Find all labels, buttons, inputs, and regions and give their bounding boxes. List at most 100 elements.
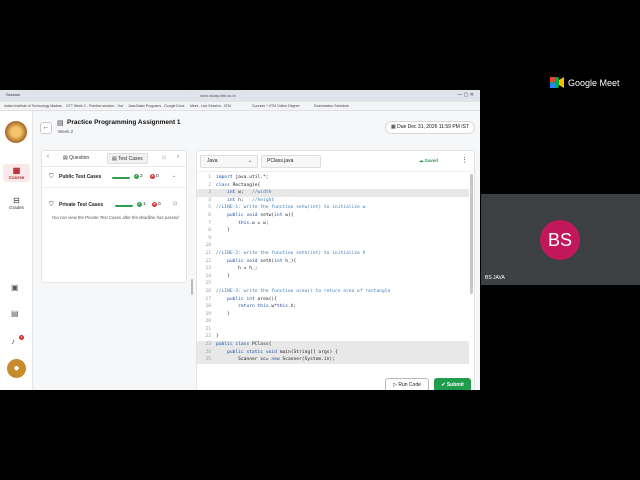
editor-scrollbar[interactable] [470, 174, 473, 294]
institute-logo[interactable] [5, 121, 27, 143]
check-icon: ✓ [134, 174, 139, 179]
code-comment: //LINE-1: write the function setw(int) t… [216, 205, 366, 211]
code-line[interactable]: 14 } [197, 273, 469, 281]
rail-item-grades[interactable]: ⊟ Grades [3, 196, 30, 210]
code-line[interactable]: 17 public int area(){ [197, 296, 469, 304]
assignment-icon: ▤ [57, 120, 64, 127]
bookmark-item[interactable]: Java Basic Programs - Google Docs [128, 104, 186, 108]
code-line[interactable]: 12 public void seth(int h_){ [197, 258, 469, 266]
code-text: public void setw(int w){ [227, 212, 294, 218]
app-body: ▦ Course ⊟ Grades ▣ ▤ ♪ 3 ● ← ▤ Practice… [0, 111, 480, 390]
failed-value: 0 [158, 202, 161, 207]
code-text: public int area(){ [227, 296, 277, 302]
address-bar[interactable]: seek.study.iitm.ac.in [200, 93, 236, 98]
bell-icon[interactable]: ♪ [11, 337, 15, 346]
chevron-down-icon: ⌄ [247, 158, 252, 164]
code-line[interactable]: 23 public class PClass{ [197, 341, 469, 349]
line-number: 5 [208, 205, 211, 211]
failed-count: ✕ 0 [152, 202, 161, 207]
user-avatar[interactable]: ● [7, 359, 26, 378]
run-code-button[interactable]: ▷ Run Code [385, 378, 429, 390]
code-line[interactable]: 25 Scanner sc= new Scanner(System.in); [197, 356, 469, 364]
language-select[interactable]: Java ⌄ [200, 155, 258, 168]
meet-brand: Google Meet [568, 78, 620, 88]
code-line[interactable]: 24 public static void main(String[] args… [197, 348, 469, 357]
browser-tab[interactable]: Session [6, 92, 20, 97]
code-line[interactable]: 20 [197, 318, 469, 326]
code-text: } [216, 228, 230, 234]
bookmark-item[interactable]: Examination Schedule [314, 104, 372, 108]
submit-button[interactable]: ✔ Submit [434, 378, 471, 390]
code-comment: //width [252, 190, 272, 196]
line-number: 10 [205, 243, 211, 249]
line-number: 4 [208, 197, 211, 203]
private-test-cases-label: Private Test Cases [59, 202, 104, 208]
code-line[interactable]: 10 [197, 242, 469, 250]
chat-icon[interactable]: ▤ [11, 309, 19, 318]
code-line[interactable]: 16 //LINE-3: write the function area() to… [197, 288, 469, 296]
shield-icon: ⛉ [49, 174, 54, 180]
back-button[interactable]: ← [40, 122, 52, 134]
rail-item-label: Grades [9, 205, 24, 210]
participant-name: BS JAVA [485, 275, 505, 281]
tab-question[interactable]: ▤ Question [59, 153, 93, 164]
code-area[interactable]: 1 import java.util.*; 2 class Rectangle{3 i… [197, 174, 469, 374]
code-line[interactable]: 5 //LINE-1: write the function setw(int) … [197, 204, 469, 212]
tab-label: Test Cases [118, 156, 143, 162]
code-line[interactable]: 6 public void setw(int w){ [197, 212, 469, 220]
code-line[interactable]: 15 [197, 280, 469, 288]
bookmark-item[interactable]: Indian Institute of Technology Madras · … [4, 104, 62, 108]
rail-item-label: Course [8, 175, 25, 180]
bookmark-item[interactable]: Courses + IITM Online Degree [252, 104, 310, 108]
code-line[interactable]: 4 int h; //height [197, 197, 469, 205]
line-number: 21 [205, 326, 211, 332]
bookmark-item[interactable]: OTT Week 2 - Practice session - YouTube [66, 104, 124, 108]
line-number: 1 [208, 175, 211, 180]
tab-label: Question [69, 155, 90, 161]
line-number: 6 [208, 212, 211, 218]
line-number: 16 [205, 288, 211, 294]
chevron-left-icon[interactable]: ‹ [47, 154, 49, 160]
filename-field[interactable]: PClass.java [261, 155, 321, 168]
chevron-right-icon[interactable]: › [177, 154, 179, 160]
calculator-icon[interactable]: ▣ [11, 283, 19, 292]
code-line[interactable]: 19 } [197, 311, 469, 319]
lock-icon: ⊡ [173, 202, 178, 207]
code-line[interactable]: 3 int w; //width [197, 189, 469, 197]
code-line[interactable]: 18 return this.w*this.h; [197, 303, 469, 311]
code-line[interactable]: 7 this.w = w; [197, 220, 469, 228]
tab-test-cases[interactable]: ▤ Test Cases [107, 153, 148, 164]
editor-toolbar: Java ⌄ PClass.java ☁ Saved ⋮ [197, 151, 474, 172]
language-value: Java [207, 158, 218, 164]
code-line[interactable]: 13 h = h_; [197, 265, 469, 273]
bookmark-item[interactable]: Meet - Live Session - IITM [190, 104, 248, 108]
line-number: 17 [205, 296, 211, 302]
failed-count: ✕ 0 [150, 174, 159, 179]
code-comment: //LINE-2: write the function seth(int) t… [216, 250, 366, 256]
browser-window: Session seek.study.iitm.ac.in — ▢ ✕ Indi… [0, 90, 480, 390]
code-line[interactable]: 11 //LINE-2: write the function seth(int)… [197, 250, 469, 258]
browser-titlebar: Session seek.study.iitm.ac.in — ▢ ✕ [0, 90, 480, 102]
x-icon: ✕ [152, 202, 157, 207]
chevron-down-icon[interactable]: ⌄ [172, 174, 176, 179]
saved-text: Saved [424, 158, 439, 163]
code-line[interactable]: 21 [197, 326, 469, 334]
run-code-label: Run Code [398, 382, 421, 388]
code-line[interactable]: 1 import java.util.*; [197, 174, 469, 182]
code-line[interactable]: 2 class Rectangle{ [197, 182, 469, 190]
window-controls-icon[interactable]: — ▢ ✕ [457, 92, 474, 98]
code-comment: //LINE-3: write the function area() to r… [216, 288, 391, 294]
public-test-cases-row[interactable]: ⛉ Public Test Cases ✓ 2 ✕ 0 ⌄ [42, 168, 186, 188]
line-number: 23 [205, 342, 211, 348]
line-number: 14 [205, 273, 211, 279]
code-line[interactable]: 8 } [197, 227, 469, 235]
code-line[interactable]: 22} [197, 333, 469, 341]
line-number: 22 [205, 334, 211, 340]
participant-tile[interactable]: BS BS JAVA [481, 194, 640, 285]
progress-bar [115, 205, 133, 207]
panel-resize-handle[interactable] [191, 279, 193, 295]
progress-bar [112, 177, 130, 179]
more-options-icon[interactable]: ⋮ [461, 156, 468, 164]
rail-item-course[interactable]: ▦ Course [3, 164, 30, 182]
code-line[interactable]: 9 [197, 235, 469, 243]
